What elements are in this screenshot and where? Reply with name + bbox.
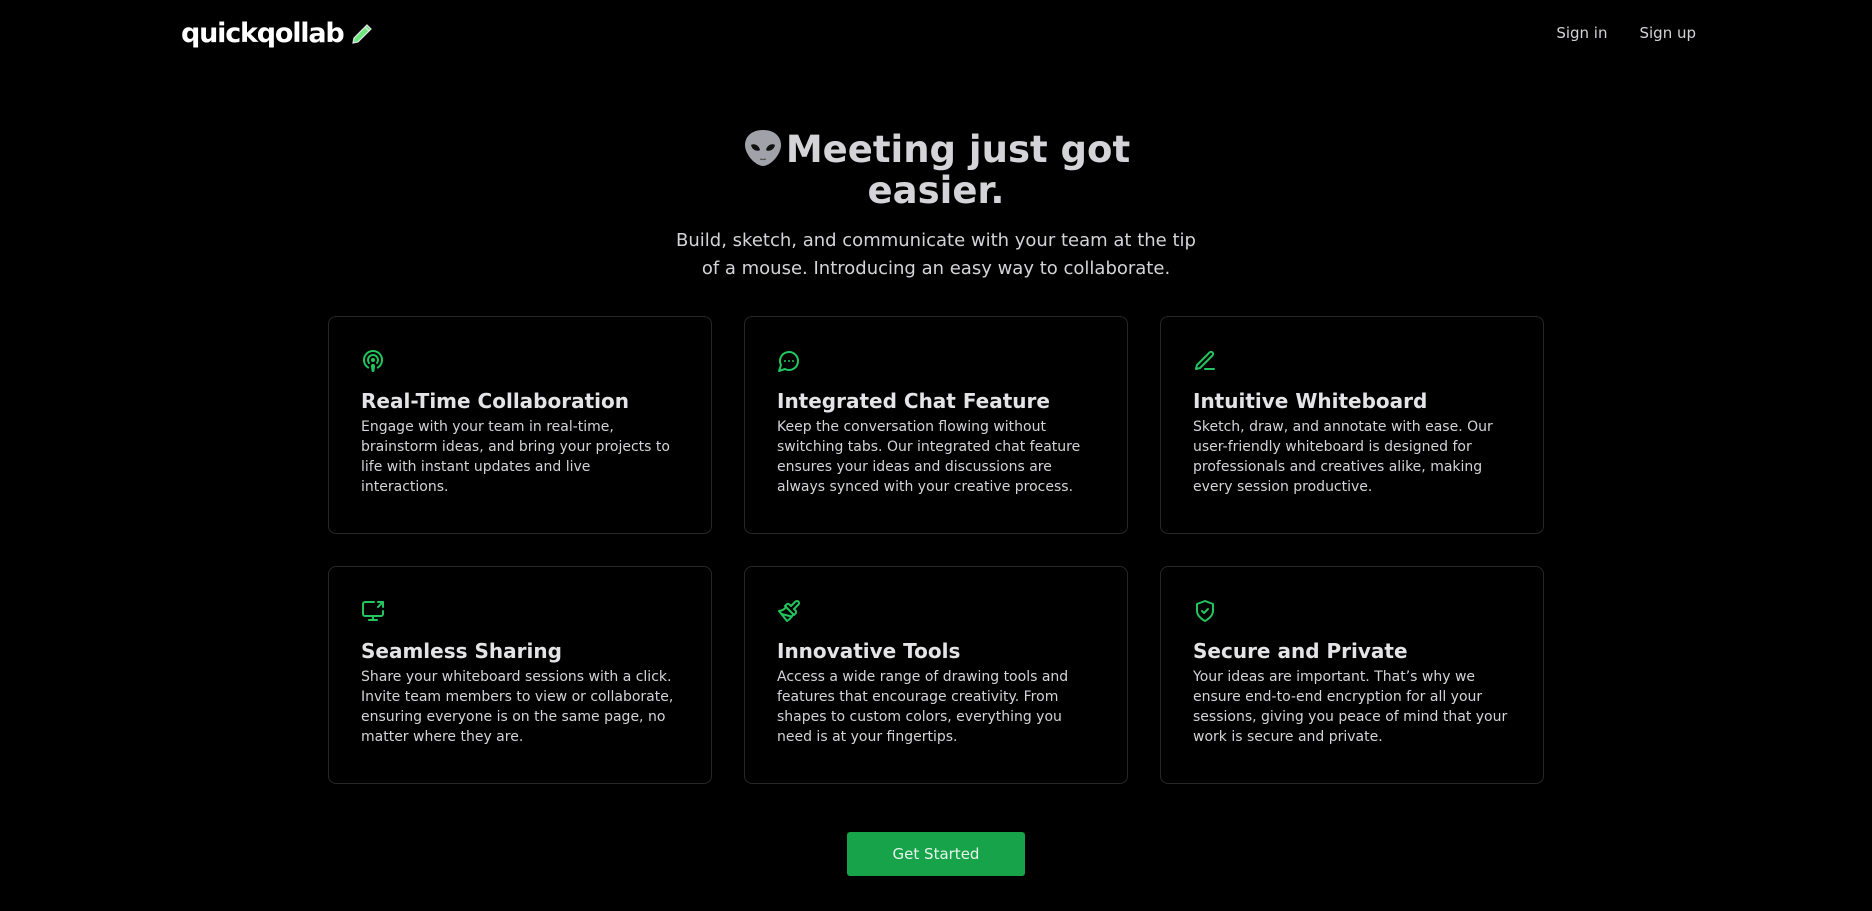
feature-title: Intuitive Whiteboard [1193,389,1428,413]
get-started-button[interactable]: Get Started [847,832,1025,876]
feature-card-intuitive-whiteboard: Intuitive Whiteboard Sketch, draw, and a… [1160,316,1544,534]
navbar: quickqollab Sign in Sign up [0,0,1872,68]
feature-card-integrated-chat: Integrated Chat Feature Keep the convers… [744,316,1128,534]
hero-section: Meeting just got easier. Build, sketch, … [0,128,1872,283]
hero-subtitle: Build, sketch, and communicate with your… [676,230,1196,279]
feature-card-seamless-sharing: Seamless Sharing Share your whiteboard s… [328,566,712,784]
feature-title: Real-Time Collaboration [361,389,629,413]
feature-card-innovative-tools: Innovative Tools Access a wide range of … [744,566,1128,784]
feature-card-secure-private: Secure and Private Your ideas are import… [1160,566,1544,784]
feature-description: Your ideas are important. That’s why we … [1193,669,1508,745]
sign-up-link[interactable]: Sign up [1639,24,1696,42]
feature-description: Share your whiteboard sessions with a cl… [361,669,674,745]
pencil-icon [351,23,372,44]
chat-bubble-icon [778,351,799,372]
feature-description: Engage with your team in real-time, brai… [361,419,670,495]
podcast-icon [363,350,383,372]
shield-check-icon [1196,600,1214,622]
feature-title: Seamless Sharing [361,639,562,663]
features-grid: Real-Time Collaboration Engage with your… [328,316,1544,784]
nav-links: Sign in Sign up [1556,24,1696,42]
sign-in-link[interactable]: Sign in [1556,24,1607,42]
pen-line-icon [1195,350,1215,370]
logo-text: quickqollab [181,18,345,49]
hero-title: Meeting just got easier. [726,128,1146,211]
logo[interactable]: quickqollab [181,18,374,49]
alien-emoji-icon [744,130,781,166]
screen-share-icon [362,601,384,621]
feature-title: Integrated Chat Feature [777,389,1050,413]
feature-description: Access a wide range of drawing tools and… [777,669,1069,745]
paintbrush-icon [778,600,800,622]
feature-description: Sketch, draw, and annotate with ease. Ou… [1193,419,1493,495]
feature-title: Secure and Private [1193,639,1408,663]
hero-title-text: Meeting just got easier. [785,128,1131,212]
feature-description: Keep the conversation flowing without sw… [777,419,1081,495]
feature-card-real-time-collaboration: Real-Time Collaboration Engage with your… [328,316,712,534]
feature-title: Innovative Tools [777,639,961,663]
